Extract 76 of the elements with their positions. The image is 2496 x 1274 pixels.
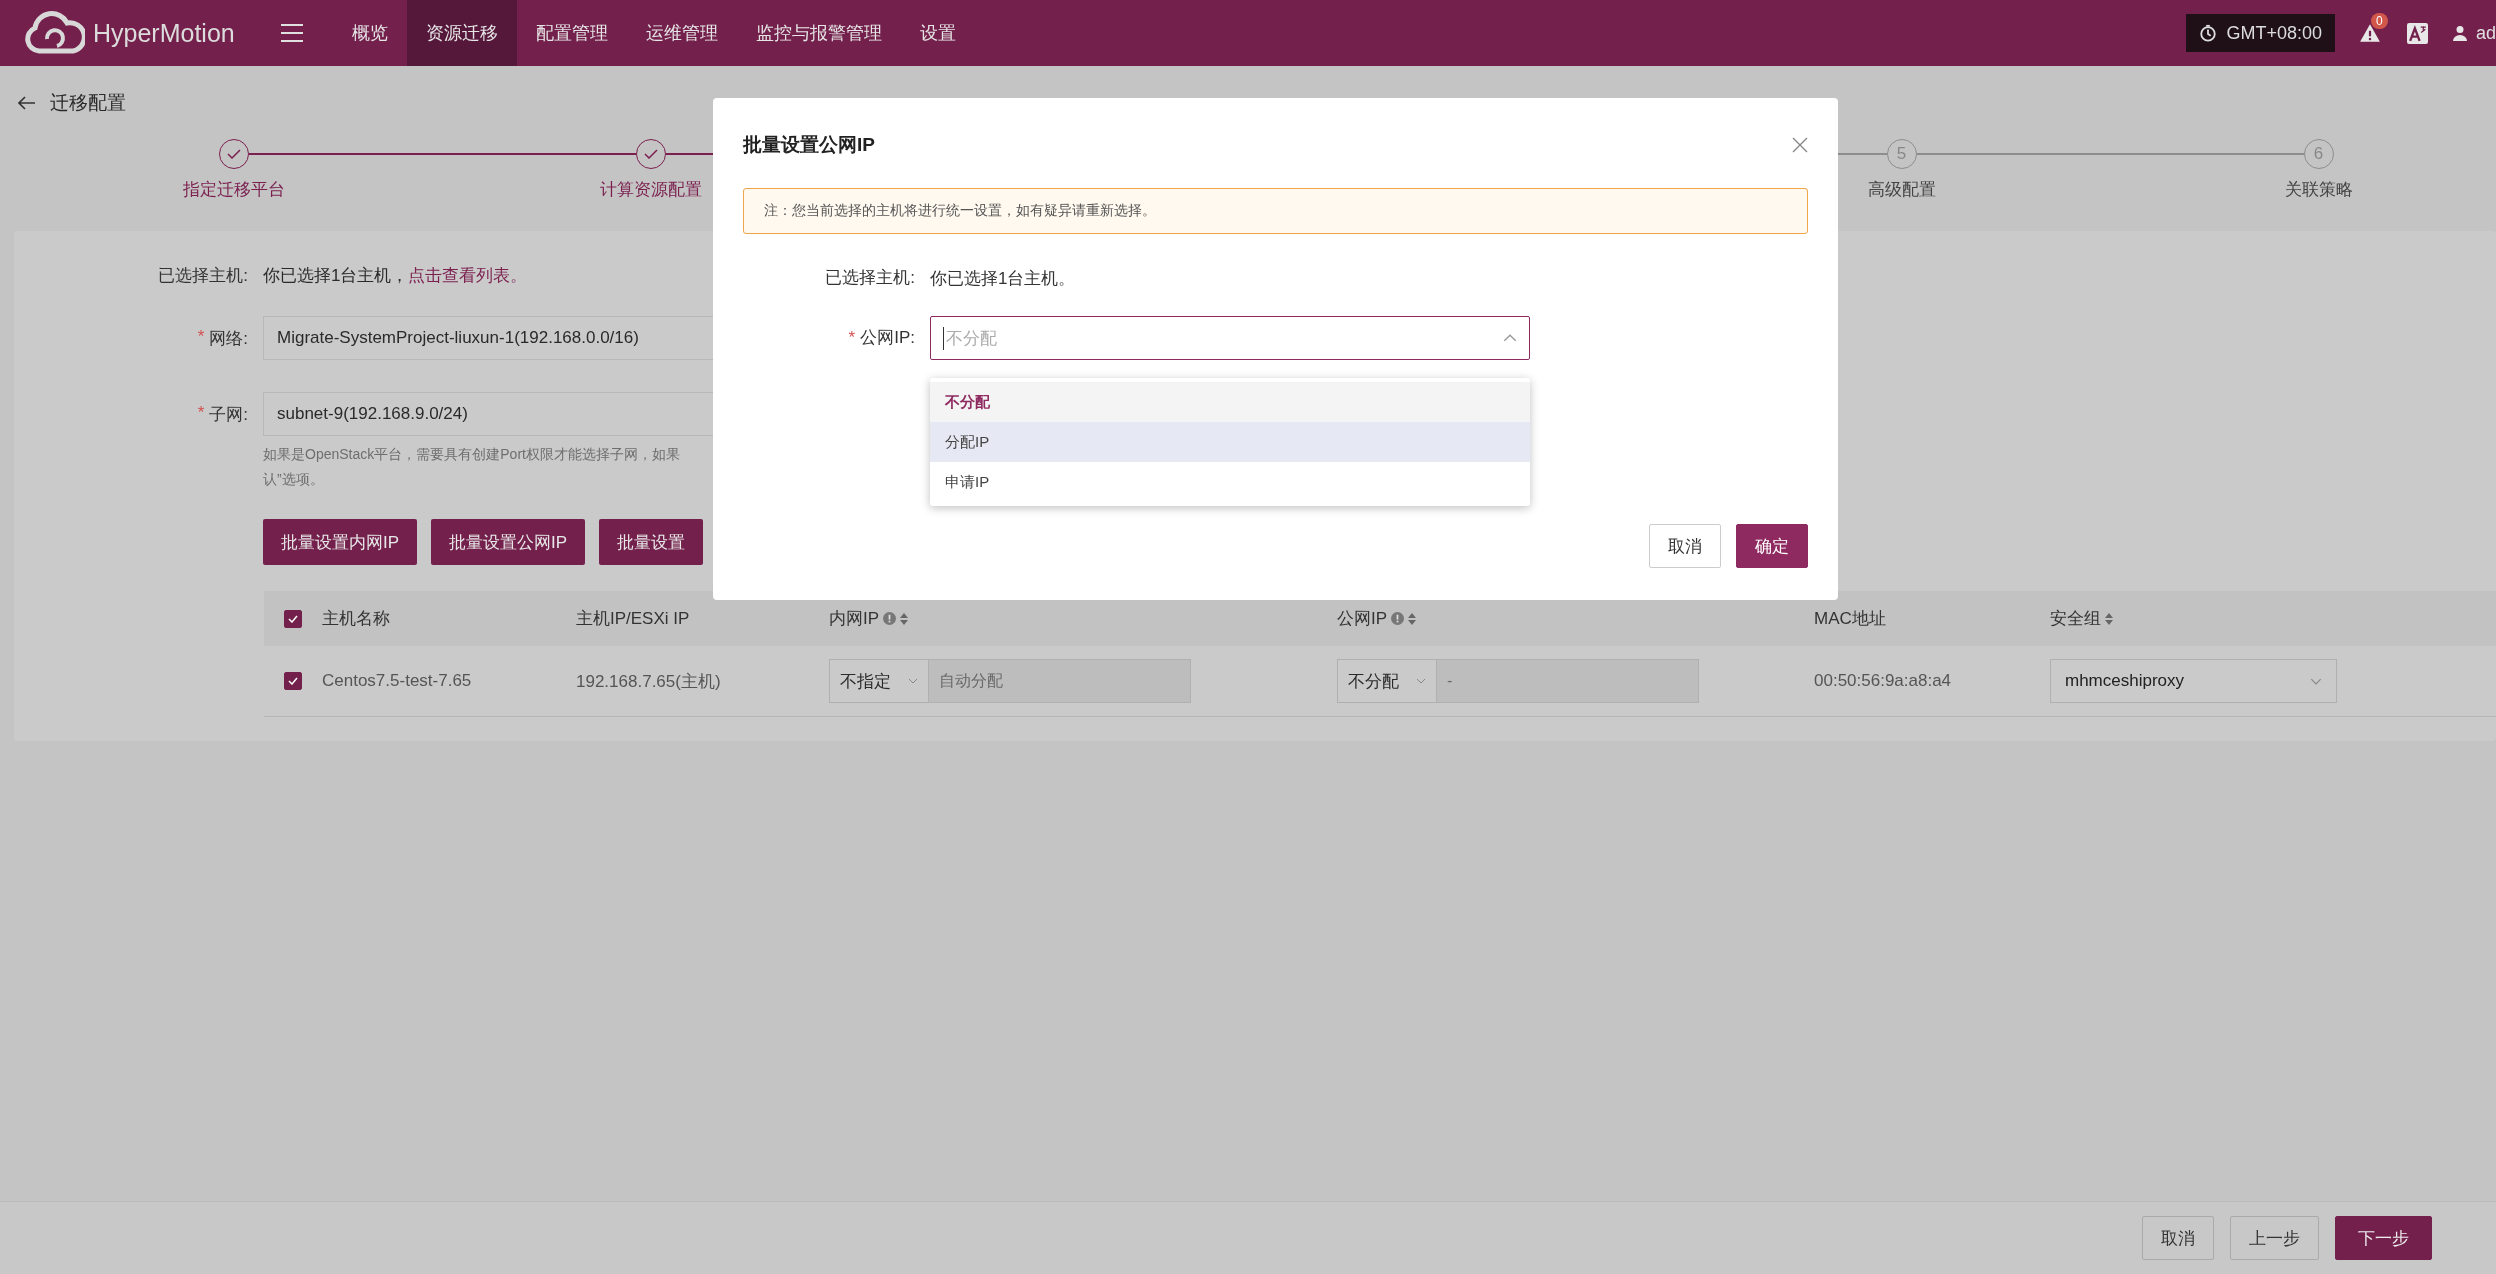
close-icon[interactable] [1792, 137, 1808, 153]
footer-button[interactable]: 上一步 [2230, 1216, 2319, 1260]
info-icon [1391, 612, 1405, 625]
batch-button[interactable]: 批量设置内网IP [263, 519, 418, 565]
field-label: 公网IP: [860, 327, 915, 349]
dropdown-option[interactable]: 不分配 [930, 382, 1530, 422]
security-group-select[interactable]: mhmceshiproxy [2050, 659, 2337, 703]
nav-item[interactable]: 概览 [332, 0, 407, 66]
step-label: 计算资源配置 [599, 179, 702, 201]
brand-name: HyperMotion [93, 18, 235, 48]
back-arrow-icon[interactable] [18, 96, 36, 110]
required-mark: * [197, 326, 205, 348]
footer-button[interactable]: 取消 [2142, 1216, 2214, 1260]
dialog-button[interactable]: 取消 [1649, 524, 1721, 568]
required-mark: * [848, 327, 856, 349]
step-label: 指定迁移平台 [182, 179, 285, 201]
page-title: 迁移配置 [50, 91, 126, 115]
dialog-title: 批量设置公网IP [743, 133, 875, 157]
menu-icon[interactable] [280, 23, 303, 43]
caret-icon [1416, 678, 1426, 684]
selected-hosts-text: 你已选择1台主机，点击查看列表。 [263, 265, 528, 287]
dropdown-option[interactable]: 分配IP [930, 422, 1530, 462]
field-label: 已选择主机: [824, 267, 916, 289]
field-label: 网络: [209, 327, 248, 350]
check-icon [288, 677, 298, 685]
column-header: 主机IP/ESXi IP [576, 608, 690, 630]
column-header: MAC地址 [1814, 608, 1886, 630]
timezone-badge[interactable]: GMT+08:00 [2186, 14, 2335, 52]
check-icon [288, 614, 298, 623]
caret-icon [908, 678, 918, 684]
view-list-link[interactable]: 点击查看列表。 [408, 266, 528, 285]
private-ip-mode-select[interactable]: 不指定 [829, 659, 929, 703]
host-ip-cell-text: 192.168.7.65(主机) [576, 670, 721, 693]
selected-hosts-text: 你已选择1台主机。 [930, 267, 1076, 290]
clock-icon [2199, 24, 2218, 42]
nav-item[interactable]: 监控与报警管理 [736, 0, 901, 66]
user-icon[interactable] [2451, 25, 2468, 41]
public-ip-mode-select[interactable]: 不分配 [1337, 659, 1437, 703]
sort-icon[interactable] [1408, 612, 1417, 625]
caret-icon [1503, 334, 1517, 342]
info-icon [883, 612, 897, 625]
column-header: 安全组 [2050, 608, 2101, 630]
mac-address-cell: 00:50:56:9a:a8:a4 [1814, 671, 1952, 691]
check-icon [226, 149, 241, 159]
select-all-checkbox[interactable] [284, 609, 302, 628]
dialog-button[interactable]: 确定 [1736, 524, 1808, 568]
nav-item[interactable]: 配置管理 [516, 0, 627, 66]
hint-text: 认”选项。 [263, 470, 324, 489]
column-header: 公网IP [1337, 608, 1388, 630]
nav-item[interactable]: 运维管理 [626, 0, 737, 66]
footer-button[interactable]: 下一步 [2335, 1216, 2432, 1260]
column-header: 主机名称 [322, 608, 390, 630]
field-label: 已选择主机: [157, 265, 249, 287]
step-label: 高级配置 [1867, 179, 1936, 201]
check-icon [643, 149, 658, 159]
sort-icon[interactable] [900, 612, 909, 625]
user-name[interactable]: ad [2475, 22, 2496, 44]
batch-button[interactable]: 批量设置公网IP [431, 519, 586, 565]
nav-item[interactable]: 设置 [900, 0, 975, 66]
field-label: 子网: [209, 403, 248, 426]
host-name-cell: Centos7.5-test-7.65 [322, 671, 472, 691]
warning-icon[interactable] [2358, 23, 2381, 43]
batch-button[interactable]: 批量设置 [599, 519, 704, 565]
step-label: 关联策略 [2284, 179, 2353, 201]
cloud-logo-icon [25, 11, 85, 55]
nav-item[interactable]: 资源迁移 [406, 0, 517, 66]
column-header: 内网IP [829, 608, 880, 630]
row-checkbox[interactable] [284, 672, 302, 690]
notification-badge: 0 [2370, 13, 2388, 29]
notice-text: 注：您当前选择的主机将进行统一设置，如有疑异请重新选择。 [743, 188, 1808, 234]
dropdown-option[interactable]: 申请IP [930, 462, 1530, 502]
required-mark: * [197, 402, 205, 424]
sort-icon[interactable] [2105, 612, 2113, 625]
caret-icon [2310, 677, 2322, 685]
translate-icon[interactable] [2406, 22, 2428, 44]
hint-text: 如果是OpenStack平台，需要具有创建Port权限才能选择子网，如果 [263, 445, 680, 464]
